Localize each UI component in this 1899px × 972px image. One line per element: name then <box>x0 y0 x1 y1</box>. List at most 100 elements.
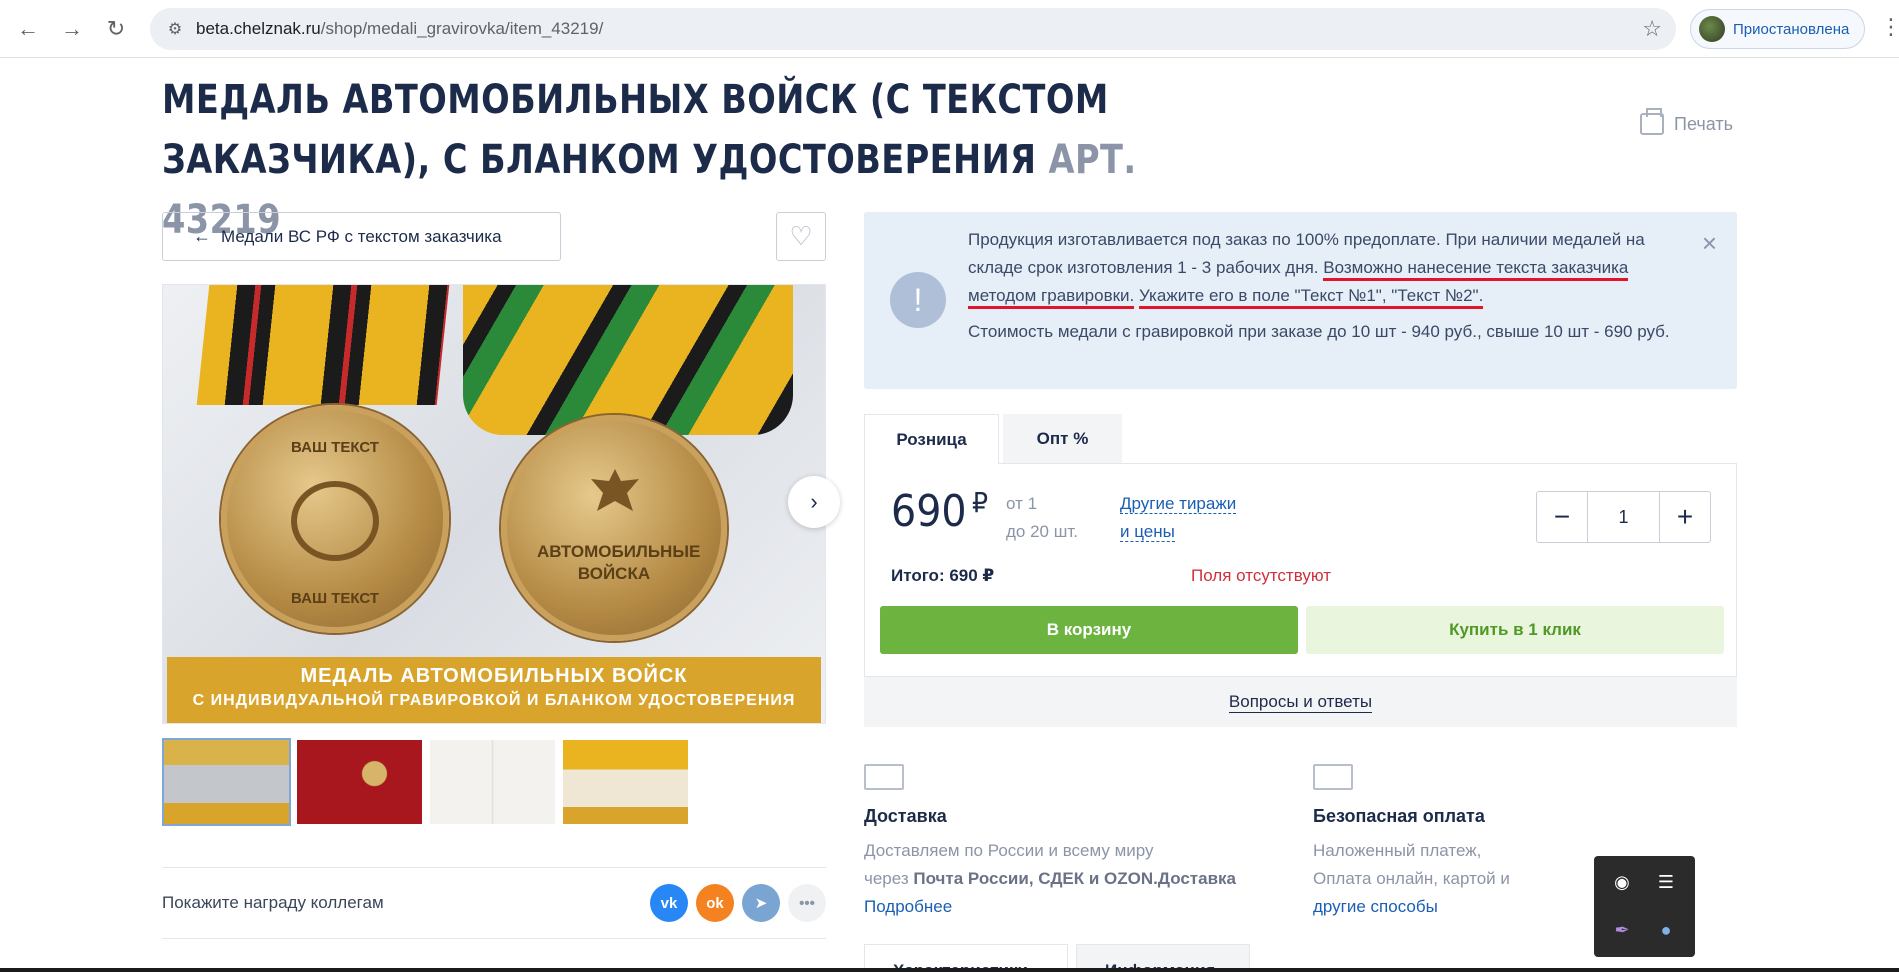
product-title: МЕДАЛЬ АВТОМОБИЛЬНЫХ ВОЙСК (С ТЕКСТОМ ЗА… <box>162 77 1109 183</box>
telegram-share-button[interactable]: ➤ <box>742 884 780 922</box>
payment-line2: Оплата онлайн, картой и <box>1313 869 1510 888</box>
close-icon[interactable]: × <box>1702 228 1717 259</box>
range-to: до 20 шт. <box>1006 522 1078 541</box>
chevron-right-icon: › <box>810 489 818 514</box>
delivery-text: Доставляем по России и всему миру через … <box>864 837 1284 921</box>
currency-symbol: ₽ <box>971 486 989 519</box>
print-button[interactable]: Печать <box>1640 108 1733 135</box>
delivery-line2-prefix: через <box>864 869 914 888</box>
delivery-carriers: Почта России, СДЕК и OZON. <box>913 869 1158 888</box>
range-from: от 1 <box>1006 494 1038 513</box>
medal-obverse: ВАШ ТЕКСТ ВАШ ТЕКСТ <box>221 405 449 633</box>
other-prices-link[interactable]: Другие тиражи и цены <box>1120 490 1237 546</box>
decrease-quantity-button[interactable]: − <box>1537 492 1587 542</box>
product-main-image[interactable]: ВАШ ТЕКСТ ВАШ ТЕКСТ АВТОМОБИЛЬНЫЕ ВОЙСКА… <box>162 284 826 724</box>
image-banner: МЕДАЛЬ АВТОМОБИЛЬНЫХ ВОЙСК С ИНДИВИДУАЛЬ… <box>167 657 821 723</box>
ribbon-right <box>463 285 793 435</box>
price-value: 690 ₽ <box>891 486 988 537</box>
address-bar[interactable]: ⚙ beta.chelznak.ru/shop/medali_gravirovk… <box>150 8 1676 50</box>
increase-quantity-button[interactable]: + <box>1660 492 1710 542</box>
back-category-label: Медали ВС РФ с текстом заказчика <box>221 226 502 246</box>
credit-card-icon <box>1313 764 1353 790</box>
browser-toolbar: ← → ↻ ⚙ beta.chelznak.ru/shop/medali_gra… <box>0 0 1899 58</box>
globe-icon[interactable]: ● <box>1648 912 1684 948</box>
profile-button[interactable]: Приостановлена <box>1690 9 1865 49</box>
delivery-line2-tail: Доставка <box>1157 869 1237 888</box>
notice-cost: Стоимость медали с гравировкой при заказ… <box>968 322 1670 341</box>
vk-share-button[interactable]: vk <box>650 884 688 922</box>
payment-text: Наложенный платеж, Оплата онлайн, картой… <box>1313 837 1613 921</box>
other-line2: и цены <box>1120 522 1175 542</box>
buy-one-click-button[interactable]: Купить в 1 клик <box>1306 606 1724 654</box>
arrow-right-icon[interactable]: → <box>56 13 88 45</box>
ok-share-button[interactable]: ok <box>696 884 734 922</box>
medal-reverse: АВТОМОБИЛЬНЫЕ ВОЙСКА <box>501 415 727 641</box>
ribbon-left <box>196 285 450 405</box>
divider <box>162 867 826 868</box>
notification-icon[interactable]: ☰ <box>1648 864 1684 900</box>
arrow-left-icon[interactable]: ← <box>12 13 44 45</box>
tab-wholesale[interactable]: Опт % <box>1003 414 1122 464</box>
system-tray-popup: ◉ ☰ ✒ ● <box>1594 856 1695 957</box>
delivery-more-link[interactable]: Подробнее <box>864 893 1284 921</box>
quantity-stepper: − 1 + <box>1536 491 1711 543</box>
notice-underlined-2: Укажите его в поле "Текст №1", "Текст №2… <box>1139 286 1484 309</box>
add-to-cart-button[interactable]: В корзину <box>880 606 1298 654</box>
banner-line2: С ИНДИВИДУАЛЬНОЙ ГРАВИРОВКОЙ И БЛАНКОМ У… <box>192 692 796 709</box>
medal-reverse-text: АВТОМОБИЛЬНЫЕ ВОЙСКА <box>537 542 701 583</box>
eagle-emblem <box>585 463 645 523</box>
payment-title: Безопасная оплата <box>1313 806 1485 826</box>
delivery-line1: Доставляем по России и всему миру <box>864 841 1154 860</box>
gallery-next-button[interactable]: › <box>788 476 840 528</box>
order-total: Итого: 690 ₽ <box>891 566 995 585</box>
back-to-category-button[interactable]: ← Медали ВС РФ с текстом заказчика <box>162 212 561 261</box>
arrow-left-icon: ← <box>193 226 211 246</box>
avatar <box>1699 16 1725 42</box>
price-number: 690 <box>891 486 967 537</box>
truck-icon <box>864 764 904 790</box>
notice-text: Продукция изготавливается под заказ по 1… <box>968 226 1698 310</box>
exclamation-icon: ! <box>890 272 946 328</box>
payment-line1: Наложенный платеж, <box>1313 841 1482 860</box>
fields-missing-warning: Поля отсутствуют <box>1191 566 1332 585</box>
quantity-range: от 1 до 20 шт. <box>1006 490 1078 546</box>
other-line1: Другие тиражи <box>1120 494 1237 514</box>
url-path: /shop/medali_gravirovka/item_43219/ <box>320 19 604 38</box>
thumbnail-1[interactable] <box>162 738 291 826</box>
site-settings-icon[interactable]: ⚙ <box>164 18 186 40</box>
url-text: beta.chelznak.ru/shop/medali_gravirovka/… <box>196 19 603 39</box>
divider <box>162 938 826 939</box>
price-panel: 690 ₽ от 1 до 20 шт. Другие тиражи и цены… <box>864 463 1737 677</box>
wings-emblem <box>291 481 379 561</box>
qa-bar: Вопросы и ответы <box>864 677 1737 727</box>
menu-kebab-icon[interactable]: ⋮ <box>1880 16 1899 38</box>
vk-icon: vk <box>660 894 678 912</box>
chrome-icon[interactable]: ◉ <box>1604 864 1640 900</box>
medal-text-top: ВАШ ТЕКСТ <box>291 439 379 456</box>
ok-icon: ok <box>706 894 724 912</box>
tab-retail[interactable]: Розница <box>864 414 999 464</box>
heart-icon: ♡ <box>789 221 813 251</box>
banner-line1: МЕДАЛЬ АВТОМОБИЛЬНЫХ ВОЙСК <box>300 665 688 687</box>
quantity-input[interactable]: 1 <box>1587 492 1660 542</box>
medal-text-bottom: ВАШ ТЕКСТ <box>291 590 379 607</box>
qa-link[interactable]: Вопросы и ответы <box>1228 692 1373 713</box>
share-label: Покажите награду коллегам <box>162 893 384 912</box>
info-notice: ! Продукция изготавливается под заказ по… <box>864 212 1737 389</box>
star-icon[interactable]: ☆ <box>1642 16 1662 42</box>
printer-icon <box>1640 108 1664 135</box>
thumbnail-3[interactable] <box>428 738 557 826</box>
payment-methods-link[interactable]: другие способы <box>1313 893 1613 921</box>
thumbnail-4[interactable] <box>561 738 690 826</box>
thumbnail-strip <box>162 738 690 826</box>
feather-icon[interactable]: ✒ <box>1604 912 1640 948</box>
favorite-button[interactable]: ♡ <box>776 212 826 261</box>
telegram-icon: ➤ <box>754 895 768 912</box>
taskbar-edge <box>0 968 1899 972</box>
more-share-button[interactable]: ••• <box>788 884 826 922</box>
reload-icon[interactable]: ↻ <box>100 13 132 45</box>
more-icon: ••• <box>799 894 815 912</box>
print-label: Печать <box>1674 113 1733 134</box>
delivery-title: Доставка <box>864 806 947 826</box>
thumbnail-2[interactable] <box>295 738 424 826</box>
